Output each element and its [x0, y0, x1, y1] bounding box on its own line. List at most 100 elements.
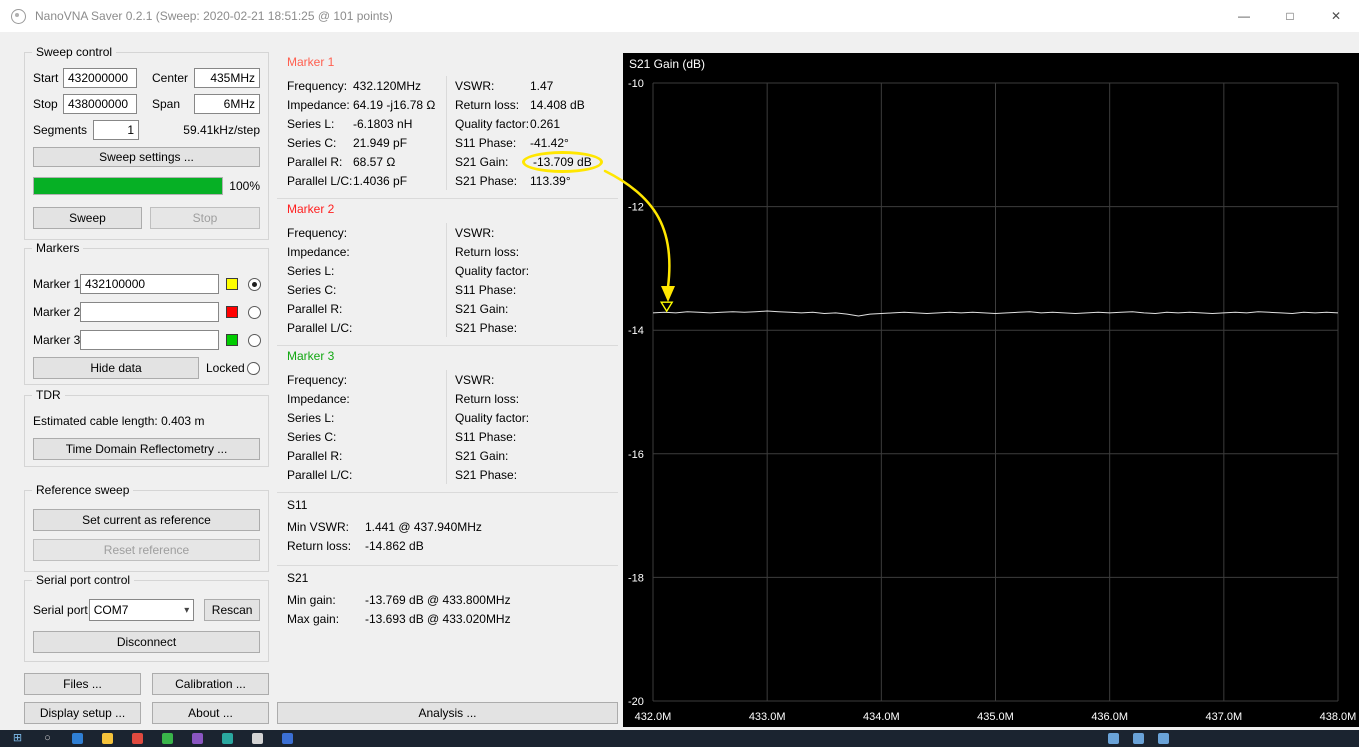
marker-field-row: Quality factor:: [455, 408, 618, 427]
locked-radio[interactable]: [247, 361, 260, 375]
field-label: S21 Gain:: [455, 448, 509, 463]
search-icon[interactable]: ○: [42, 733, 53, 744]
taskbar-app-6[interactable]: [222, 733, 233, 744]
maximize-button[interactable]: □: [1267, 0, 1313, 32]
disconnect-button[interactable]: Disconnect: [33, 631, 260, 653]
files-button[interactable]: Files ...: [24, 673, 141, 695]
field-label: Return loss:: [455, 244, 520, 259]
start-frequency-input[interactable]: [63, 68, 137, 88]
marker-field-row: S11 Phase:: [455, 427, 618, 446]
tdr-title: TDR: [32, 388, 65, 402]
taskbar-app-1[interactable]: [72, 733, 83, 744]
field-label: Parallel L/C:: [287, 467, 353, 482]
field-label: S21 Gain:: [455, 301, 509, 316]
field-label: Quality factor:: [455, 410, 530, 425]
marker-row: Marker 3: [33, 329, 261, 351]
field-label: Return loss:: [455, 97, 520, 112]
marker-label: Marker 3: [33, 333, 81, 347]
field-label: Min VSWR:: [287, 519, 350, 534]
marker-field-row: S11 Phase:: [455, 280, 618, 299]
marker-field-row: Max gain: -13.693 dB @ 433.020MHz: [287, 609, 618, 628]
taskbar-app-2[interactable]: [102, 733, 113, 744]
stop-sweep-button[interactable]: Stop: [150, 207, 260, 229]
segments-input[interactable]: [93, 120, 139, 140]
span-input[interactable]: [194, 94, 260, 114]
serial-port-title: Serial port control: [32, 573, 135, 587]
field-label: S11 Phase:: [455, 135, 517, 150]
marker-field-row: Frequency: 432.120MHz: [287, 76, 446, 95]
field-label: Parallel L/C:: [287, 173, 353, 188]
calibration-button[interactable]: Calibration ...: [152, 673, 269, 695]
analysis-button[interactable]: Analysis ...: [277, 702, 618, 724]
rescan-button[interactable]: Rescan: [204, 599, 260, 621]
taskbar-app-5[interactable]: [192, 733, 203, 744]
taskbar-app-4[interactable]: [162, 733, 173, 744]
marker-field-row: Series C:: [287, 427, 446, 446]
serial-port-value: COM7: [93, 603, 129, 617]
serial-port-select[interactable]: COM7 ▾: [88, 599, 195, 621]
tdr-group: TDR Estimated cable length: 0.403 m Time…: [24, 388, 269, 467]
stop-frequency-input[interactable]: [63, 94, 137, 114]
s21-gain-chart[interactable]: 432.0M 433.0M 434.0M 435.0M 436.0M 437.0M 438.…: [623, 53, 1359, 727]
field-label: Parallel R:: [287, 301, 343, 316]
tray-icon-1[interactable]: [1108, 733, 1119, 744]
field-value: 0.261: [530, 116, 561, 131]
marker-data-panel: Marker 1 Frequency: 432.120MHz Impedance: 64…: [277, 52, 618, 638]
marker-field-row: Return loss: 14.408 dB: [455, 95, 618, 114]
field-label: Return loss:: [287, 538, 352, 553]
hide-data-button[interactable]: Hide data: [33, 357, 199, 379]
svg-text:435.0M: 435.0M: [977, 711, 1014, 723]
tdr-button[interactable]: Time Domain Reflectometry ...: [33, 438, 260, 460]
sweep-settings-button[interactable]: Sweep settings ...: [33, 147, 260, 167]
marker-field-row: S21 Gain:: [455, 299, 618, 318]
svg-text:-10: -10: [628, 78, 644, 90]
marker-field-row: VSWR: 1.47: [455, 76, 618, 95]
sweep-button[interactable]: Sweep: [33, 207, 142, 229]
app-icon: [11, 8, 26, 24]
marker-row: Marker 2: [33, 301, 261, 323]
tray-icon-3[interactable]: [1158, 733, 1169, 744]
marker-field-row: Parallel R: 68.57 Ω: [287, 152, 446, 171]
about-button[interactable]: About ...: [152, 702, 269, 724]
marker-field-row: S21 Phase: 113.39°: [455, 171, 618, 190]
close-button[interactable]: ✕: [1313, 0, 1359, 32]
tray-icon-2[interactable]: [1133, 733, 1144, 744]
field-value: 14.408 dB: [530, 97, 585, 112]
marker-field-row: Parallel L/C:: [287, 465, 446, 484]
stop-label: Stop: [33, 97, 58, 111]
minimize-button[interactable]: —: [1221, 0, 1267, 32]
field-value: -6.1803 nH: [353, 116, 413, 131]
marker-field-row: Parallel L/C:: [287, 318, 446, 337]
progress-fill: [34, 178, 222, 194]
locked-label: Locked: [206, 361, 245, 375]
progress-percent-label: 100%: [229, 179, 260, 193]
marker-select-radio[interactable]: [248, 333, 261, 347]
windows-taskbar[interactable]: ⊞ ○: [0, 730, 1359, 747]
field-label: Return loss:: [455, 391, 520, 406]
marker-section-title: Marker 2: [287, 202, 335, 216]
field-value: 21.949 pF: [353, 135, 408, 150]
marker-frequency-input[interactable]: [80, 302, 219, 322]
cable-length-text: Estimated cable length: 0.403 m: [33, 414, 205, 428]
reset-reference-button[interactable]: Reset reference: [33, 539, 260, 561]
field-label: VSWR:: [455, 78, 495, 93]
taskbar-app-7[interactable]: [252, 733, 263, 744]
window-title: NanoVNA Saver 0.2.1 (Sweep: 2020-02-21 1…: [35, 9, 393, 23]
field-value: 432.120MHz: [353, 78, 422, 93]
marker-frequency-input[interactable]: [80, 330, 219, 350]
center-frequency-input[interactable]: [194, 68, 260, 88]
field-label: Series L:: [287, 410, 335, 425]
taskbar-app-8[interactable]: [282, 733, 293, 744]
marker-field-row: S11 Phase: -41.42°: [455, 133, 618, 152]
set-reference-button[interactable]: Set current as reference: [33, 509, 260, 531]
display-setup-button[interactable]: Display setup ...: [24, 702, 141, 724]
marker-field-row: Return loss: -14.862 dB: [287, 536, 618, 555]
marker-color-swatch: [226, 334, 238, 346]
marker-select-radio[interactable]: [248, 277, 261, 291]
start-button[interactable]: ⊞: [12, 733, 23, 744]
marker-select-radio[interactable]: [248, 305, 261, 319]
marker-field-row: Frequency:: [287, 223, 446, 242]
taskbar-app-3[interactable]: [132, 733, 143, 744]
marker-frequency-input[interactable]: [80, 274, 219, 294]
field-value: 113.39°: [530, 173, 571, 188]
